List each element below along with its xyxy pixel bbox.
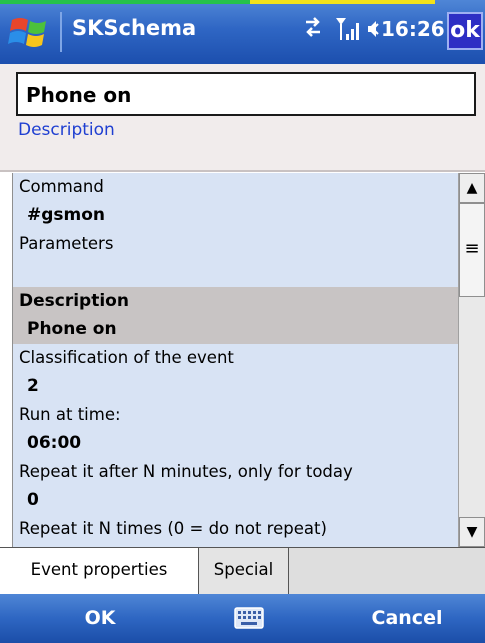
property-label: Run at time: <box>19 405 121 424</box>
property-value[interactable]: #gsmon <box>13 201 458 230</box>
cancel-softkey[interactable]: Cancel <box>352 594 462 643</box>
property-row[interactable]: Parameters <box>13 230 458 287</box>
property-label: Description <box>19 291 129 311</box>
title-bar-accent-line <box>0 0 485 4</box>
property-list[interactable]: Command #gsmon Parameters Description Phone … <box>12 173 458 547</box>
property-row[interactable]: Command #gsmon <box>13 173 458 230</box>
property-label: Command <box>19 177 104 196</box>
property-value[interactable] <box>13 258 458 287</box>
softkey-bar: OK Cancel <box>0 594 485 643</box>
event-name-field[interactable]: Phone on <box>16 72 476 116</box>
windows-start-flag-icon[interactable] <box>8 12 52 52</box>
property-value[interactable]: 06:00 <box>13 429 458 458</box>
description-link[interactable]: Description <box>18 120 115 140</box>
accent-segment-green <box>0 0 250 4</box>
scroll-down-button[interactable]: ▼ <box>459 517 485 547</box>
connectivity-icon[interactable] <box>300 14 326 44</box>
keyboard-icon[interactable] <box>234 607 264 629</box>
scroll-up-button[interactable]: ▲ <box>459 173 485 203</box>
property-row[interactable]: Repeat it N times (0 = do not repeat) <box>13 515 458 547</box>
property-value[interactable]: 0 <box>13 486 458 515</box>
property-label: Classification of the event <box>19 348 234 367</box>
property-label: Repeat it after N minutes, only for toda… <box>19 462 353 481</box>
property-label: Parameters <box>19 234 114 253</box>
clock[interactable]: 16:26 <box>381 17 445 41</box>
ok-title-button[interactable]: ok <box>447 12 483 50</box>
title-separator <box>60 12 62 52</box>
ok-softkey[interactable]: OK <box>50 594 150 643</box>
signal-icon[interactable] <box>334 14 362 44</box>
property-row[interactable]: Classification of the event 2 <box>13 344 458 401</box>
title-bar: SKSchema 16:26 ok <box>0 0 485 64</box>
tab-event-properties[interactable]: Event properties <box>0 548 199 594</box>
property-value[interactable]: 2 <box>13 372 458 401</box>
volume-icon[interactable] <box>366 14 380 44</box>
property-row[interactable]: Run at time: 06:00 <box>13 401 458 458</box>
accent-segment-yellow <box>250 0 435 4</box>
tab-bar: Event properties Special <box>0 547 485 594</box>
scroll-thumb[interactable]: ≡ <box>459 203 485 297</box>
header-panel: Phone on Description <box>0 64 485 172</box>
app-title: SKSchema <box>72 16 197 40</box>
property-row[interactable]: Description Phone on <box>13 287 458 344</box>
property-label: Repeat it N times (0 = do not repeat) <box>19 519 327 538</box>
property-value[interactable]: Phone on <box>13 315 458 344</box>
property-row[interactable]: Repeat it after N minutes, only for toda… <box>13 458 458 515</box>
vertical-scrollbar[interactable]: ▲ ≡ ▼ <box>458 173 485 547</box>
tab-special[interactable]: Special <box>199 548 289 594</box>
